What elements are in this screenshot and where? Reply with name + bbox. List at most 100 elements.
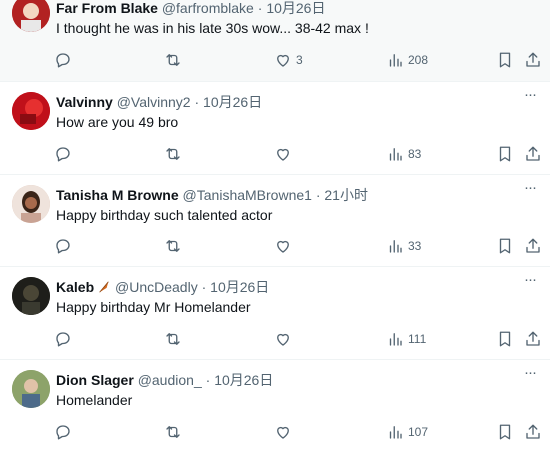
- separator-dot: ·: [194, 94, 200, 110]
- like-icon: [277, 54, 289, 67]
- retweet-icon: [166, 333, 180, 345]
- views-icon: [389, 426, 402, 439]
- reply-button[interactable]: [54, 422, 72, 442]
- share-button[interactable]: [524, 329, 542, 349]
- user-handle[interactable]: @Valvinny2: [117, 94, 191, 110]
- bookmark-button[interactable]: [496, 236, 514, 256]
- avatar[interactable]: [12, 370, 50, 408]
- like-button[interactable]: [274, 329, 292, 349]
- view-count: 83: [408, 147, 422, 161]
- user-handle[interactable]: @audion_: [138, 372, 202, 388]
- view-count: 33: [408, 239, 422, 253]
- bookmark-icon: [499, 52, 511, 68]
- retweet-button[interactable]: [164, 329, 182, 349]
- views-icon: [389, 240, 402, 253]
- display-name[interactable]: Dion Slager: [56, 372, 134, 388]
- timestamp[interactable]: 10月26日: [266, 0, 325, 16]
- reply-tweet[interactable]: ··· Valvinny @Valvinny2 · 10月26日 How are…: [0, 82, 550, 175]
- separator-dot: ·: [315, 187, 321, 203]
- views-button[interactable]: 83: [386, 144, 421, 164]
- timestamp[interactable]: 10月26日: [203, 94, 262, 110]
- user-handle[interactable]: @farfromblake: [162, 0, 254, 16]
- like-icon: [277, 148, 289, 161]
- view-count: 208: [408, 53, 429, 67]
- timestamp[interactable]: 10月26日: [214, 372, 273, 388]
- share-icon: [526, 424, 540, 439]
- reply-icon: [56, 332, 70, 347]
- like-button[interactable]: [274, 144, 292, 164]
- reply-button[interactable]: [54, 329, 72, 349]
- views-button[interactable]: 107: [386, 422, 428, 442]
- tweet-text: Homelander: [56, 392, 133, 408]
- bookmark-icon: [499, 331, 511, 347]
- reply-icon: [56, 239, 70, 254]
- retweet-icon: [166, 148, 180, 160]
- retweet-button[interactable]: [164, 50, 182, 70]
- display-name[interactable]: Tanisha M Browne: [56, 187, 179, 203]
- like-button[interactable]: [274, 422, 292, 442]
- view-count: 111: [408, 332, 427, 346]
- bookmark-button[interactable]: [496, 422, 514, 442]
- like-button[interactable]: 3: [274, 50, 303, 70]
- tweet-text: I thought he was in his late 30s wow... …: [56, 20, 369, 36]
- views-icon: [389, 333, 402, 346]
- user-handle[interactable]: @TanishaMBrowne1: [183, 187, 312, 203]
- like-icon: [277, 426, 289, 439]
- avatar[interactable]: [12, 0, 50, 32]
- views-button[interactable]: 111: [386, 329, 426, 349]
- like-icon: [277, 333, 289, 346]
- retweet-icon: [166, 426, 180, 438]
- reply-icon: [56, 147, 70, 162]
- retweet-icon: [166, 240, 180, 252]
- share-icon: [526, 238, 540, 253]
- bookmark-icon: [499, 238, 511, 254]
- views-icon: [389, 148, 402, 161]
- bookmark-button[interactable]: [496, 329, 514, 349]
- timestamp[interactable]: 10月26日: [210, 279, 269, 295]
- views-button[interactable]: 208: [386, 50, 428, 70]
- share-icon: [526, 52, 540, 67]
- reply-tweet[interactable]: ··· Dion Slager @audion_ · 10月26日 Homela…: [0, 360, 550, 455]
- retweet-button[interactable]: [164, 236, 182, 256]
- views-button[interactable]: 33: [386, 236, 421, 256]
- avatar[interactable]: [12, 277, 50, 315]
- tweet-text: How are you 49 bro: [56, 114, 179, 130]
- reply-button[interactable]: [54, 144, 72, 164]
- like-button[interactable]: [274, 236, 292, 256]
- reply-tweet[interactable]: ··· Kaleb @UncDeadly · 10月26日 Happy birt…: [0, 267, 550, 360]
- share-icon: [526, 331, 540, 346]
- bookmark-icon: [499, 146, 511, 162]
- share-button[interactable]: [524, 236, 542, 256]
- reply-icon: [56, 425, 70, 440]
- tweet-text: Happy birthday Mr Homelander: [56, 299, 251, 315]
- retweet-icon: [166, 54, 180, 66]
- retweet-button[interactable]: [164, 422, 182, 442]
- reply-button[interactable]: [54, 50, 72, 70]
- share-button[interactable]: [524, 144, 542, 164]
- timestamp[interactable]: 21小时: [324, 187, 368, 203]
- separator-dot: ·: [205, 372, 211, 388]
- views-icon: [389, 54, 402, 67]
- bookmark-icon: [499, 424, 511, 440]
- avatar[interactable]: [12, 92, 50, 130]
- reply-tweet[interactable]: ··· Tanisha M Browne @TanishaMBrowne1 · …: [0, 175, 550, 267]
- bookmark-button[interactable]: [496, 50, 514, 70]
- display-name[interactable]: Kaleb: [56, 279, 94, 295]
- share-button[interactable]: [524, 50, 542, 70]
- separator-dot: ·: [257, 0, 263, 16]
- retweet-button[interactable]: [164, 144, 182, 164]
- share-icon: [526, 146, 540, 161]
- user-handle[interactable]: @UncDeadly: [115, 279, 198, 295]
- feather-emoji-icon: [99, 281, 109, 293]
- display-name[interactable]: Valvinny: [56, 94, 113, 110]
- like-count: 3: [296, 53, 303, 67]
- display-name[interactable]: Far From Blake: [56, 0, 158, 16]
- separator-dot: ·: [201, 279, 207, 295]
- view-count: 107: [408, 425, 429, 439]
- share-button[interactable]: [524, 422, 542, 442]
- bookmark-button[interactable]: [496, 144, 514, 164]
- reply-tweet[interactable]: Far From Blake @farfromblake · 10月26日 I …: [0, 0, 550, 82]
- avatar[interactable]: [12, 185, 50, 223]
- reply-button[interactable]: [54, 236, 72, 256]
- reply-icon: [56, 53, 70, 68]
